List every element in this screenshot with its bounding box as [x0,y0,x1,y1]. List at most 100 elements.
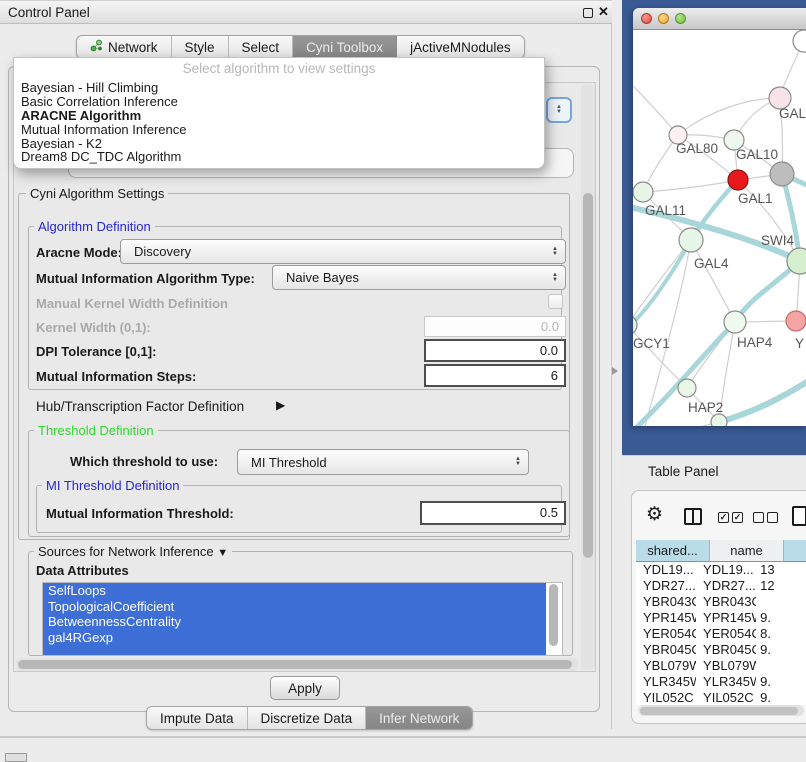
document-icon[interactable] [792,506,806,526]
tab-select[interactable]: Select [229,36,294,58]
table-row[interactable]: YBR045CYBR045C9. [636,642,806,658]
cell: 9. [756,642,806,658]
horizontal-scrollbar-thumb[interactable] [18,660,572,669]
tab-label: jActiveMNodules [410,40,511,55]
network-canvas[interactable]: GALGAL80GAL10GAL1GAL11GAL4SWI4HAP4YHAP2G… [633,30,806,426]
aracne-mode-combo[interactable]: Discovery ▲▼ [120,239,566,264]
mi-threshold-field[interactable]: 0.5 [420,501,566,525]
tab-network[interactable]: Network [77,36,172,58]
vertical-scrollbar-thumb[interactable] [583,193,593,558]
cell: YBR043C [636,594,696,610]
table-panel-title: Table Panel [648,464,719,479]
checked-box: ✓ [732,512,743,523]
network-node-gal4[interactable] [679,228,703,252]
apply-button[interactable]: Apply [270,676,340,700]
cell: YIL052C [696,690,756,705]
table-row[interactable]: YDL19...YDL19...13 [636,562,806,578]
cell: YBR043C [696,594,756,610]
close-panel-icon[interactable]: ✕ [598,4,609,20]
cell [756,658,806,674]
control-panel-titlebar: Control Panel ✕ [0,0,612,24]
algorithm-popup: Select algorithm to view settings Bayesi… [13,57,545,169]
tab-discretize-data[interactable]: Discretize Data [248,707,367,729]
checked-box: ✓ [718,512,729,523]
attribute-betweennesscentrality[interactable]: BetweennessCentrality [43,614,546,630]
sources-legend[interactable]: Sources for Network Inference ▼ [34,544,232,559]
uncheck-all-icon[interactable] [753,512,778,523]
split-columns-icon[interactable] [684,508,702,525]
check-all-icon[interactable]: ✓ ✓ [718,512,743,523]
attribute-clipped[interactable] [43,645,546,656]
network-node-hap4[interactable] [724,311,746,333]
network-node-gal1[interactable] [728,170,748,190]
manual-kernel-checkbox[interactable] [548,294,563,309]
expand-arrow-icon[interactable]: ▶ [276,398,285,412]
algorithm-option-bayesian-hill-climbing[interactable]: Bayesian - Hill Climbing [17,81,544,95]
split-divider [692,510,694,523]
network-node-gal11[interactable] [633,182,653,202]
table-row[interactable]: YDR27...YDR27...12 [636,578,806,594]
tab-impute-data[interactable]: Impute Data [147,707,248,729]
algorithm-option-bayesian-k2[interactable]: Bayesian - K2 [17,137,544,151]
combo-arrows-icon: ▲▼ [552,247,565,257]
table-hscrollbar-thumb[interactable] [640,707,798,715]
table-row[interactable]: YLR345WYLR345W9. [636,674,806,690]
table-row[interactable]: YER054CYER054C8. [636,626,806,642]
cell: 12 [756,578,806,594]
table-row[interactable]: YBR043CYBR043C [636,594,806,610]
tab-style[interactable]: Style [172,36,229,58]
mi-steps-field[interactable]: 6 [424,364,566,387]
cell: 8. [756,626,806,642]
cell: YBR045C [636,642,696,658]
mi-type-combo[interactable]: Naive Bayes ▲▼ [272,265,566,290]
dpi-tolerance-field[interactable]: 0.0 [424,339,566,362]
zoom-window-icon[interactable] [675,13,686,24]
cell: 9. [756,690,806,705]
attribute-selfloops[interactable]: SelfLoops [43,583,546,599]
table-row[interactable]: YIL052CYIL052C9. [636,690,806,705]
aracne-mode-value: Discovery [134,244,191,259]
hub-definition-label[interactable]: Hub/Transcription Factor Definition [36,399,244,414]
algorithm-option-basic-correlation-inference[interactable]: Basic Correlation Inference [17,95,544,109]
data-attributes-label: Data Attributes [36,563,129,578]
table-header-row: shared...name [636,540,806,562]
network-node-hap2[interactable] [678,379,696,397]
which-threshold-combo[interactable]: MI Threshold ▲▼ [237,449,529,475]
algorithm-placeholder: Select algorithm to view settings [14,58,544,81]
table-row[interactable]: YPR145WYPR145W9. [636,610,806,626]
algorithm-option-aracne-algorithm[interactable]: ARACNE Algorithm [17,109,544,123]
minimize-window-icon[interactable] [658,13,669,24]
algorithm-option-mutual-information-inference[interactable]: Mutual Information Inference [17,123,544,137]
manual-kernel-label: Manual Kernel Width Definition [36,296,228,311]
panel-divider-arrow-icon[interactable] [612,367,618,375]
table-row[interactable]: YBL079WYBL079W [636,658,806,674]
cell: YDR27... [696,578,756,594]
column-header-clipped[interactable] [784,540,806,562]
gear-icon[interactable]: ⚙ [646,503,663,526]
network-node[interactable] [793,30,806,52]
threshold-legend: Threshold Definition [34,423,158,438]
network-node[interactable] [711,414,727,426]
attribute-topologicalcoefficient[interactable]: TopologicalCoefficient [43,599,546,615]
kernel-width-field[interactable]: 0.0 [424,316,566,337]
network-node[interactable] [770,162,794,186]
column-header-name[interactable]: name [710,540,784,562]
attributes-scrollbar-thumb[interactable] [549,584,558,646]
table-panel-titlebar: Table Panel [622,455,806,487]
tab-infer-network[interactable]: Infer Network [366,707,472,729]
network-icon [90,39,103,55]
cell: YLR345W [696,674,756,690]
tab-cyni-toolbox[interactable]: Cyni Toolbox [293,36,397,58]
algorithm-definition-legend: Algorithm Definition [34,219,155,234]
cell: YDR27... [636,578,696,594]
close-window-icon[interactable] [641,13,652,24]
attribute-gal4rgexp[interactable]: gal4RGexp [43,630,546,646]
panel-bottom-divider [0,736,806,738]
float-window-icon[interactable] [583,8,593,18]
column-header-shared[interactable]: shared... [636,540,710,562]
algorithm-combo-stepper[interactable]: ▲ ▼ [546,97,572,123]
tab-jactivemnodules[interactable]: jActiveMNodules [397,36,524,58]
network-node-y[interactable] [786,311,806,331]
algorithm-option-dream8-dc-tdc-algorithm[interactable]: Dream8 DC_TDC Algorithm [17,150,544,164]
clipped-bottom-button[interactable] [5,753,27,762]
